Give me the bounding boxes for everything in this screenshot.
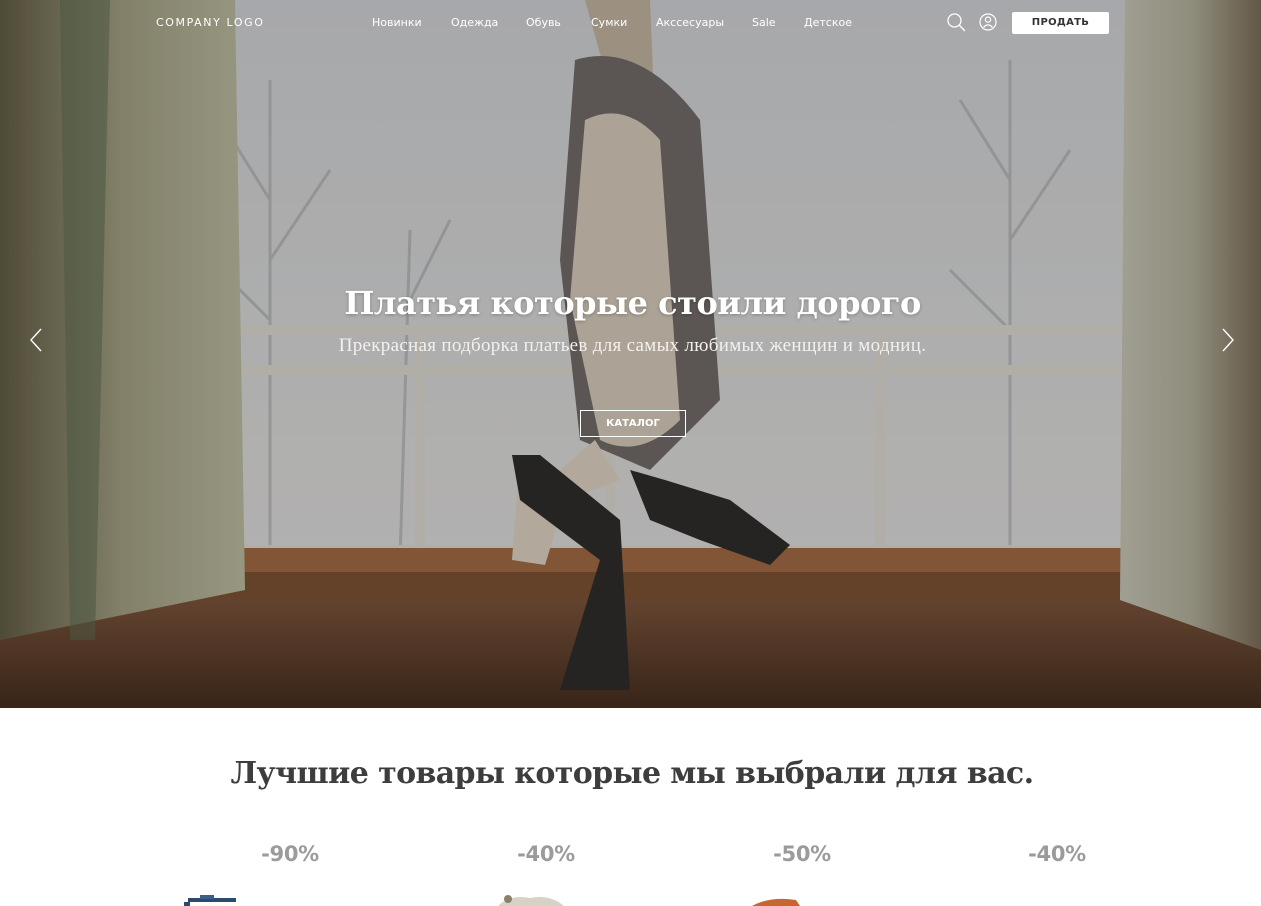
nav-item-kids[interactable]: Детское	[804, 16, 852, 29]
product-image[interactable]	[490, 890, 570, 906]
site-header: COMPANY LOGO Новинки Одежда Обувь Сумки …	[0, 0, 1261, 46]
nav-item-accessories[interactable]: Акссесуары	[656, 16, 724, 29]
sell-button[interactable]: ПРОДАТЬ	[1012, 12, 1109, 34]
nav-item-clothing[interactable]: Одежда	[451, 16, 498, 29]
product-image[interactable]	[740, 890, 810, 906]
chevron-left-icon[interactable]	[27, 326, 45, 354]
featured-section-title: Лучшие товары которые мы выбрали для вас…	[230, 756, 1034, 791]
nav-item-shoes[interactable]: Обувь	[526, 16, 561, 29]
chevron-right-icon[interactable]	[1219, 326, 1237, 354]
user-icon[interactable]	[978, 12, 998, 32]
discount-badge: -40%	[517, 842, 575, 866]
discount-badge: -50%	[773, 842, 831, 866]
nav-item-bags[interactable]: Сумки	[591, 16, 627, 29]
catalog-button[interactable]: КАТАЛОГ	[580, 410, 686, 437]
search-icon[interactable]	[946, 12, 966, 32]
hero-title: Платья которые стоили дорого	[344, 284, 921, 322]
discount-badge: -40%	[1028, 842, 1086, 866]
nav-item-sale[interactable]: Sale	[752, 16, 776, 29]
hero-subtitle: Прекрасная подборка платьев для самых лю…	[338, 335, 927, 356]
product-image[interactable]	[180, 890, 250, 906]
nav-item-new[interactable]: Новинки	[372, 16, 422, 29]
discount-badge: -90%	[261, 842, 319, 866]
